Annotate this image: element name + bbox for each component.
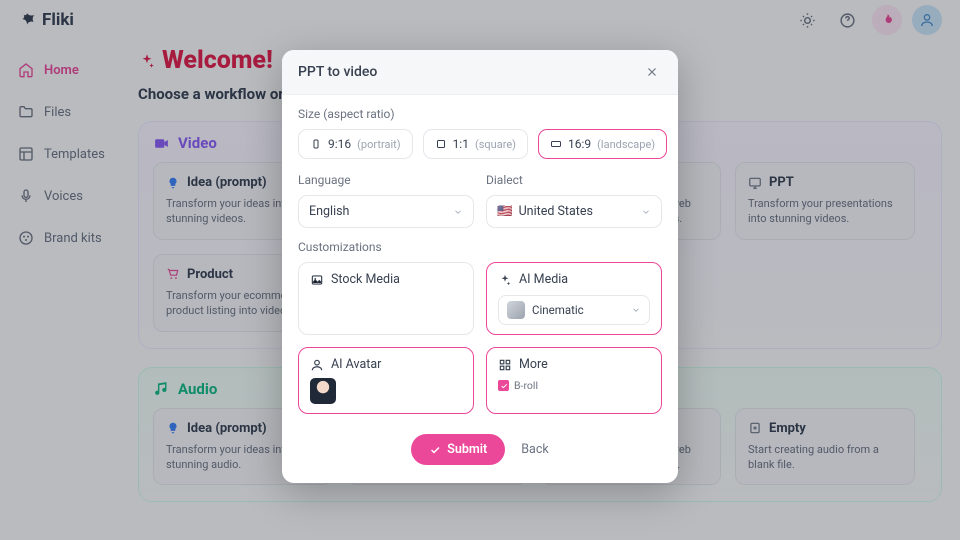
square-icon [435,138,447,150]
ratio-square[interactable]: 1:1(square) [423,129,528,159]
ai-media-style-select[interactable]: Cinematic [498,295,650,325]
sparkle-icon [498,273,512,287]
ppt-to-video-modal: PPT to video Size (aspect ratio) 9:16(po… [282,50,678,483]
check-icon [429,444,441,456]
modal-overlay: PPT to video Size (aspect ratio) 9:16(po… [0,0,960,540]
check-icon [500,382,508,390]
modal-title: PPT to video [298,64,377,80]
style-thumbnail [507,301,525,319]
close-icon [645,65,659,79]
submit-button[interactable]: Submit [411,434,505,465]
chevron-down-icon [641,207,651,217]
chevron-down-icon [631,305,641,315]
flag-icon: 🇺🇸 [497,204,513,219]
image-icon [310,273,324,287]
landscape-icon [550,138,562,150]
dialect-label: Dialect [486,173,662,187]
portrait-icon [310,138,322,150]
ratio-portrait[interactable]: 9:16(portrait) [298,129,413,159]
ratio-landscape[interactable]: 16:9(landscape) [538,129,667,159]
close-button[interactable] [642,62,662,82]
avatar-thumbnail[interactable] [310,378,336,404]
grid-icon [498,358,512,372]
customization-ai-avatar[interactable]: AI Avatar [298,347,474,414]
back-button[interactable]: Back [521,442,548,457]
language-select[interactable]: English [298,195,474,228]
dialect-select[interactable]: 🇺🇸United States [486,195,662,228]
language-label: Language [298,173,474,187]
chevron-down-icon [453,207,463,217]
broll-checkbox[interactable]: B-roll [498,379,650,392]
customization-ai-media[interactable]: AI Media Cinematic [486,262,662,335]
user-icon [310,358,324,372]
customization-stock-media[interactable]: Stock Media [298,262,474,335]
customization-more[interactable]: More B-roll [486,347,662,414]
customizations-label: Customizations [298,240,662,254]
size-label: Size (aspect ratio) [298,107,662,121]
